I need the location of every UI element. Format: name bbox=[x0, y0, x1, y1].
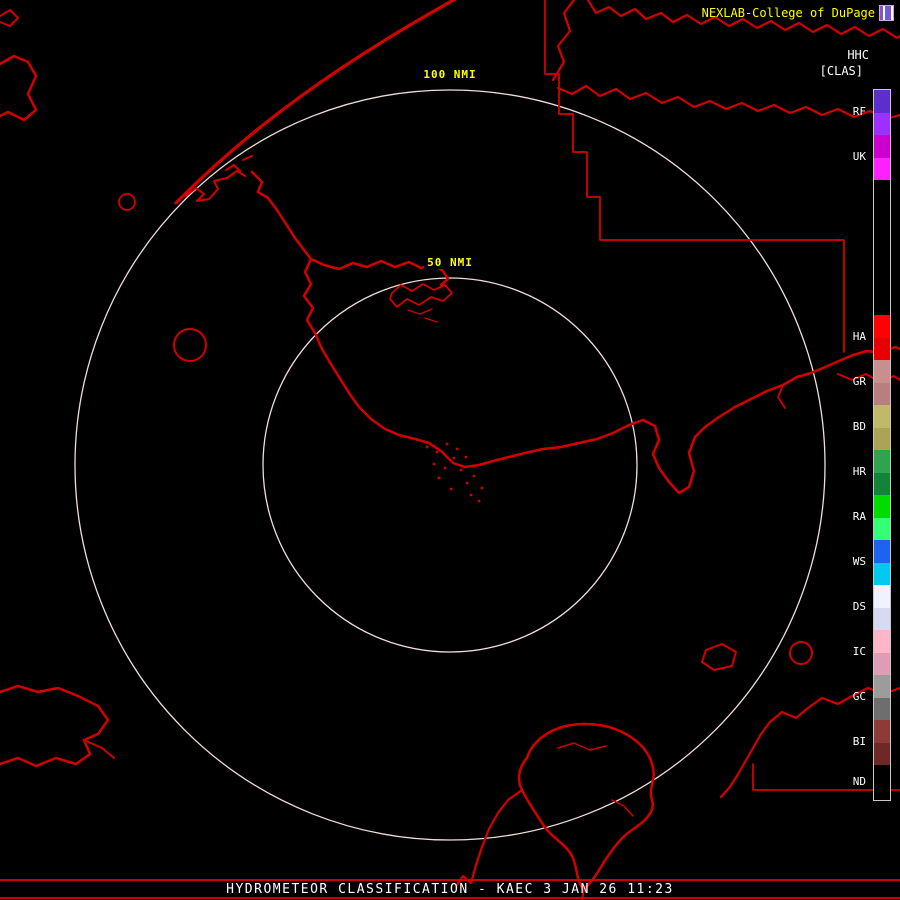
legend-seg-gap bbox=[874, 180, 890, 315]
range-ring-label-100nmi: 100 NMI bbox=[420, 68, 480, 81]
legend-seg-DS bbox=[874, 585, 890, 630]
product-tag: [CLAS] bbox=[819, 64, 863, 78]
legend-label-GR: GR bbox=[852, 374, 866, 388]
island-specks bbox=[425, 442, 484, 503]
legend-label-RF: RF bbox=[852, 104, 866, 118]
legend-seg-UK bbox=[874, 135, 890, 180]
legend-seg-HA bbox=[874, 315, 890, 360]
product-code: HHC bbox=[847, 48, 869, 62]
legend-label-HR: HR bbox=[852, 464, 866, 478]
legend-seg-IC bbox=[874, 630, 890, 675]
range-ring-label-50nmi: 50 NMI bbox=[424, 256, 476, 269]
range-ring-50nmi bbox=[262, 277, 638, 653]
footer-rule-bottom bbox=[0, 897, 900, 899]
radar-display: 100 NMI 50 NMI NEXLAB-College of DuPage … bbox=[0, 0, 900, 900]
legend-label-WS: WS bbox=[852, 554, 866, 568]
legend-label-RA: RA bbox=[852, 509, 866, 523]
footer-rule-top bbox=[0, 879, 900, 881]
coastlines bbox=[0, 0, 900, 900]
legend-label-DS: DS bbox=[852, 599, 866, 613]
legend-seg-BD bbox=[874, 405, 890, 450]
basemap bbox=[0, 0, 900, 900]
legend-seg-RF bbox=[874, 90, 890, 135]
legend-seg-HR bbox=[874, 450, 890, 495]
legend-seg-GC bbox=[874, 675, 890, 720]
legend-label-ND: ND bbox=[852, 774, 866, 788]
legend-seg-GR bbox=[874, 360, 890, 405]
brand-text: NEXLAB-College of DuPage bbox=[701, 6, 875, 20]
legend-label-BI: BI bbox=[852, 734, 866, 748]
legend-label-IC: IC bbox=[852, 644, 866, 658]
legend-label-BD: BD bbox=[852, 419, 866, 433]
nexlab-logo-icon bbox=[879, 5, 894, 21]
legend-colorbar bbox=[873, 89, 891, 801]
legend-label-HA: HA bbox=[852, 329, 866, 343]
legend-label-GC: GC bbox=[852, 689, 866, 703]
legend-seg-ND bbox=[874, 765, 890, 800]
product-title: HYDROMETEOR CLASSIFICATION - KAEC 3 JAN … bbox=[226, 882, 674, 897]
legend-label-UK: UK bbox=[852, 149, 866, 163]
legend-seg-RA bbox=[874, 495, 890, 540]
legend-seg-BI bbox=[874, 720, 890, 765]
range-rings bbox=[74, 89, 826, 841]
legend-seg-WS bbox=[874, 540, 890, 585]
range-ring-100nmi bbox=[74, 89, 826, 841]
